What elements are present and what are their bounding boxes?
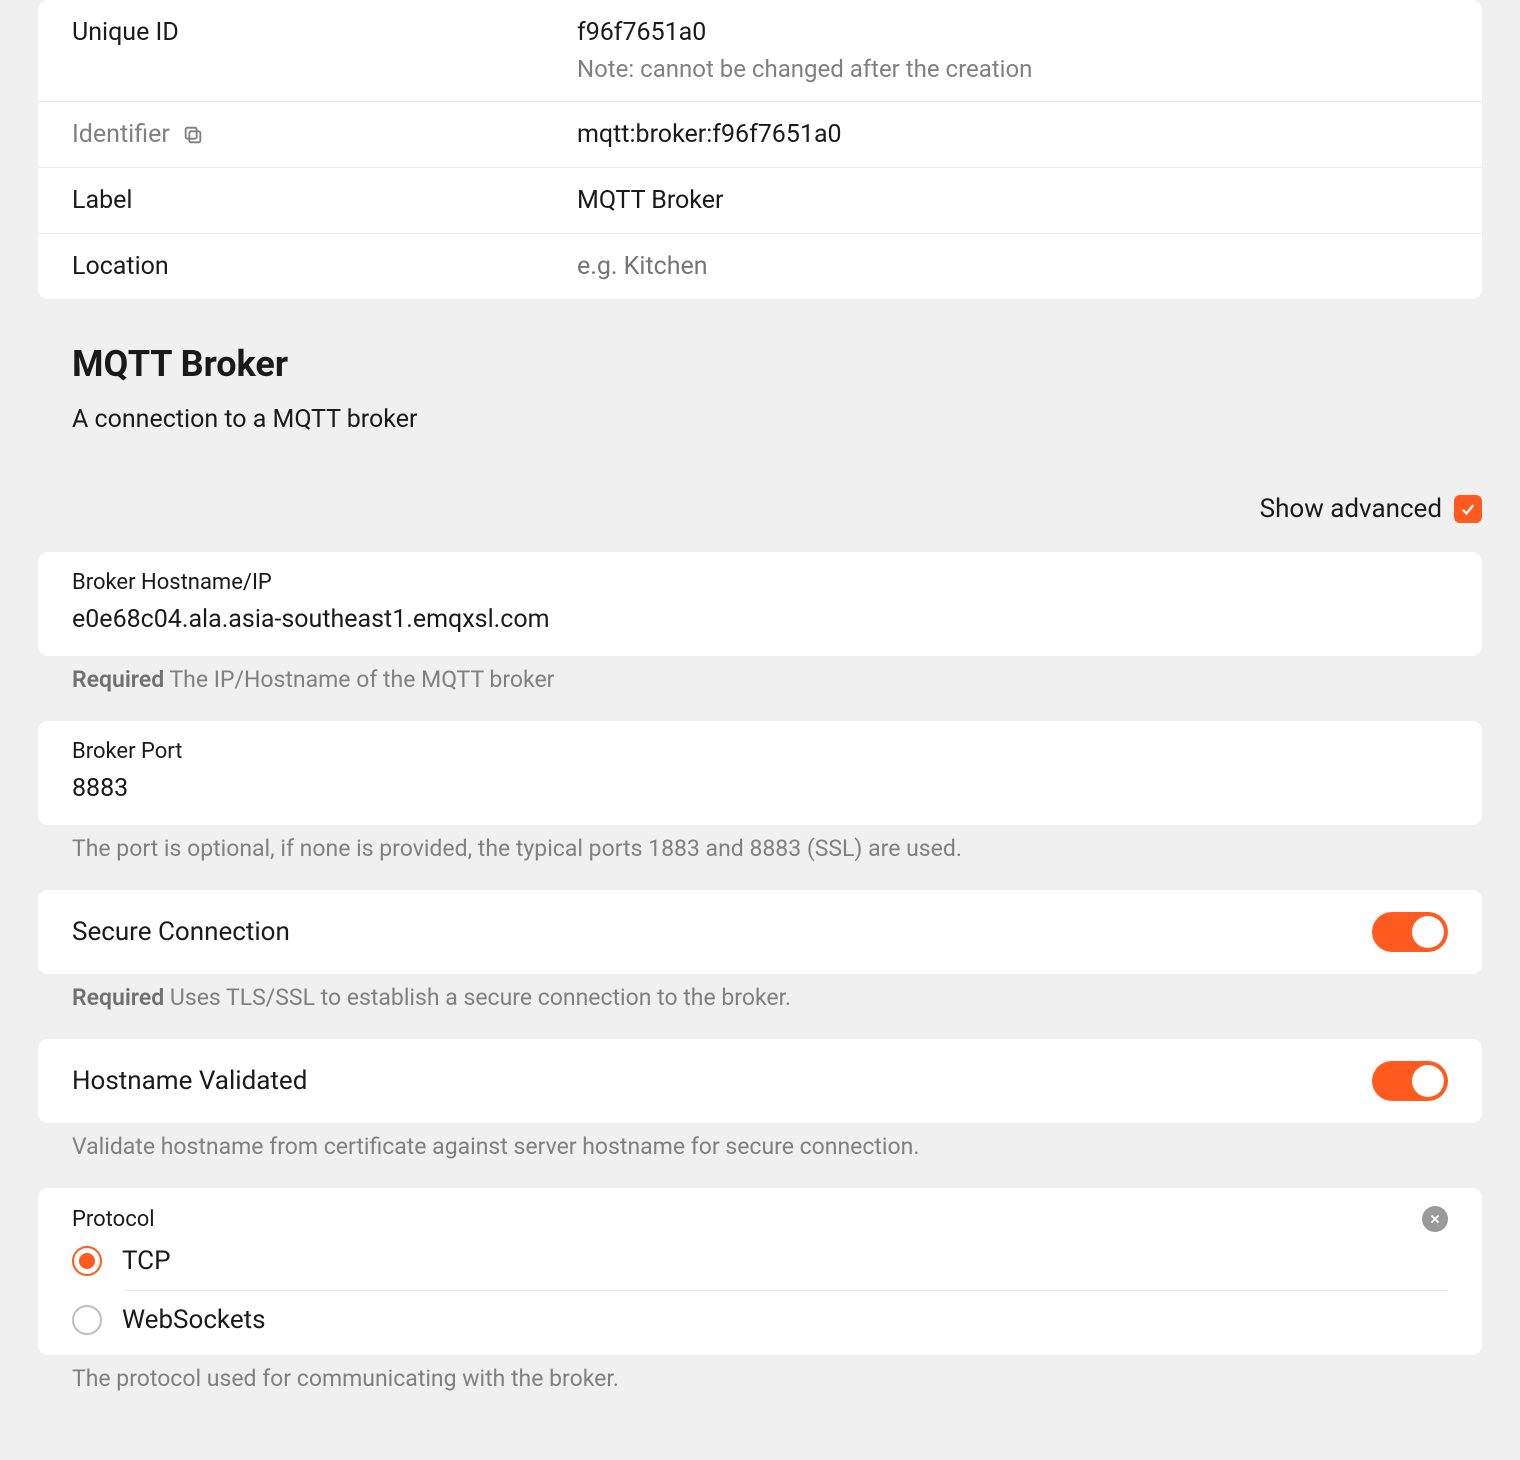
field-protocol: Protocol TCP WebSockets: [38, 1188, 1482, 1355]
broker-port-label: Broker Port: [72, 739, 1448, 764]
row-identifier: Identifier mqtt:broker:f96f7651a0: [38, 102, 1482, 168]
broker-hostname-label: Broker Hostname/IP: [72, 570, 1448, 595]
unique-id-value: f96f7651a0: [577, 18, 1032, 47]
radio-icon: [72, 1246, 102, 1276]
field-broker-port: Broker Port: [38, 721, 1482, 825]
protocol-option-tcp[interactable]: TCP: [72, 1232, 1448, 1290]
thing-info-card: Unique ID f96f7651a0 Note: cannot be cha…: [38, 0, 1482, 299]
unique-id-label: Unique ID: [72, 18, 577, 47]
unique-id-note: Note: cannot be changed after the creati…: [577, 55, 1032, 83]
broker-hostname-helper: Required The IP/Hostname of the MQTT bro…: [72, 666, 1448, 693]
secure-connection-toggle[interactable]: [1372, 912, 1448, 952]
clear-protocol-icon[interactable]: [1422, 1206, 1448, 1232]
protocol-helper: The protocol used for communicating with…: [72, 1365, 1448, 1392]
protocol-header: Protocol: [72, 1206, 1448, 1232]
radio-icon: [72, 1305, 102, 1335]
broker-port-helper: The port is optional, if none is provide…: [72, 835, 1448, 862]
show-advanced-row: Show advanced: [38, 494, 1482, 524]
secure-connection-helper: Required Uses TLS/SSL to establish a sec…: [72, 984, 1448, 1011]
hostname-validated-label: Hostname Validated: [72, 1066, 307, 1096]
broker-hostname-input[interactable]: [72, 605, 1448, 634]
field-hostname-validated: Hostname Validated: [38, 1039, 1482, 1123]
location-input[interactable]: [577, 252, 1448, 281]
section-description: A connection to a MQTT broker: [72, 405, 1448, 434]
show-advanced-label: Show advanced: [1260, 494, 1442, 524]
location-label: Location: [72, 252, 577, 281]
label-value[interactable]: MQTT Broker: [577, 186, 723, 215]
unique-id-value-wrap: f96f7651a0 Note: cannot be changed after…: [577, 18, 1032, 83]
secure-connection-label: Secure Connection: [72, 917, 290, 947]
secure-connection-helper-text: Uses TLS/SSL to establish a secure conne…: [170, 984, 791, 1011]
row-unique-id: Unique ID f96f7651a0 Note: cannot be cha…: [38, 0, 1482, 102]
toggle-knob: [1412, 916, 1444, 948]
protocol-option-label: TCP: [122, 1246, 170, 1276]
protocol-option-websockets[interactable]: WebSockets: [72, 1291, 1448, 1349]
show-advanced-checkbox[interactable]: [1454, 495, 1482, 523]
broker-port-input[interactable]: [72, 774, 1448, 803]
copy-icon[interactable]: [182, 124, 204, 146]
row-location: Location: [38, 234, 1482, 299]
broker-hostname-helper-text: The IP/Hostname of the MQTT broker: [169, 666, 554, 693]
label-label: Label: [72, 186, 577, 215]
toggle-knob: [1412, 1065, 1444, 1097]
required-badge: Required: [72, 984, 164, 1011]
identifier-label-text: Identifier: [72, 120, 170, 149]
hostname-validated-toggle[interactable]: [1372, 1061, 1448, 1101]
identifier-value: mqtt:broker:f96f7651a0: [577, 120, 842, 149]
field-secure-connection: Secure Connection: [38, 890, 1482, 974]
hostname-validated-helper: Validate hostname from certificate again…: [72, 1133, 1448, 1160]
identifier-label: Identifier: [72, 120, 577, 149]
field-broker-hostname: Broker Hostname/IP: [38, 552, 1482, 656]
required-badge: Required: [72, 666, 164, 693]
row-label: Label MQTT Broker: [38, 168, 1482, 234]
section-title: MQTT Broker: [72, 343, 1448, 385]
protocol-label: Protocol: [72, 1207, 155, 1232]
protocol-option-label: WebSockets: [122, 1305, 266, 1335]
